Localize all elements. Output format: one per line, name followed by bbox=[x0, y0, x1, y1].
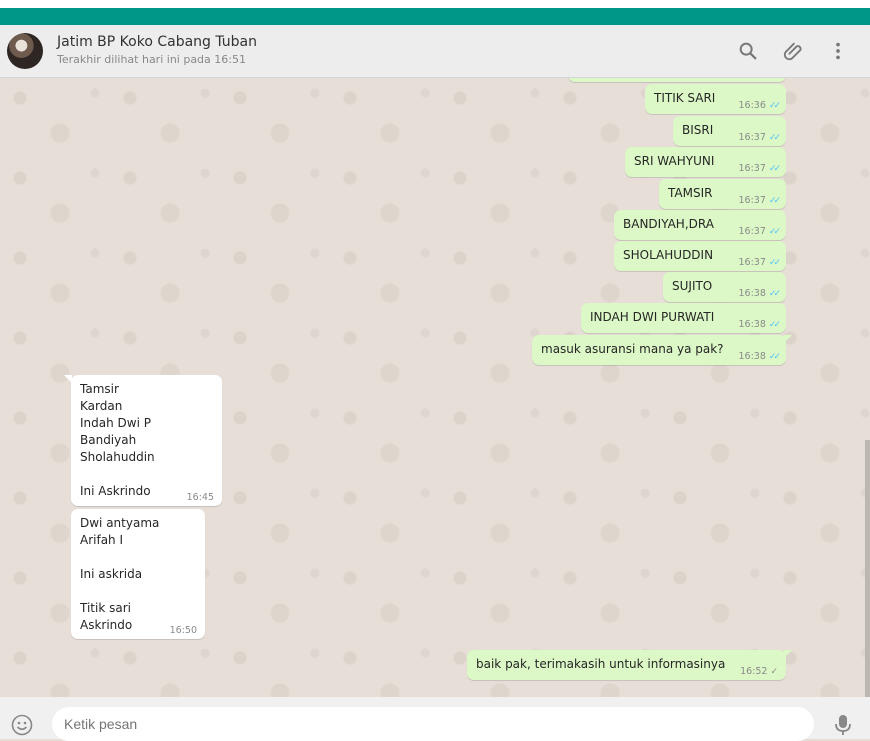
message-text: Tamsir Kardan Indah Dwi P Bandiyah Shola… bbox=[80, 382, 155, 498]
double-check-icon: ✓✓ bbox=[768, 101, 781, 111]
message-input[interactable] bbox=[52, 707, 814, 741]
message-bubble[interactable]: INDAH DWI PURWATI 16:38 ✓✓ bbox=[581, 303, 786, 333]
double-check-icon: ✓✓ bbox=[768, 258, 781, 268]
message-bubble[interactable]: Dwi antyama Arifah I Ini askrida Titik s… bbox=[71, 509, 205, 639]
single-check-icon: ✓ bbox=[770, 667, 778, 677]
search-icon[interactable] bbox=[737, 40, 759, 62]
message-time: 16:37 bbox=[738, 226, 766, 237]
message-bubble[interactable]: SUJITO 16:38 ✓✓ bbox=[663, 272, 786, 302]
message-bubble[interactable]: TAMSIR 16:37 ✓✓ bbox=[659, 179, 786, 209]
double-check-icon: ✓✓ bbox=[768, 352, 781, 362]
message-bubble[interactable]: baik pak, terimakasih untuk informasinya… bbox=[467, 650, 792, 680]
chat-header: Jatim BP Koko Cabang Tuban Terakhir dili… bbox=[0, 25, 870, 78]
scrollbar[interactable] bbox=[865, 440, 870, 697]
bubble-tail bbox=[64, 375, 72, 383]
message-time: 16:38 bbox=[738, 351, 766, 362]
contact-name[interactable]: Jatim BP Koko Cabang Tuban bbox=[57, 34, 257, 50]
message-time: 16:38 bbox=[738, 288, 766, 299]
message-bubble[interactable]: SRI WAHYUNI 16:37 ✓✓ bbox=[625, 147, 786, 177]
message-time: 16:37 bbox=[738, 132, 766, 143]
double-check-icon: ✓✓ bbox=[768, 289, 781, 299]
message-bubble[interactable]: masuk asuransi mana ya pak? 16:38 ✓✓ bbox=[532, 335, 792, 365]
message-bubble-partial bbox=[568, 78, 786, 82]
message-time: 16:37 bbox=[738, 257, 766, 268]
double-check-icon: ✓✓ bbox=[768, 133, 781, 143]
double-check-icon: ✓✓ bbox=[768, 227, 781, 237]
composer-bar bbox=[0, 697, 870, 741]
message-time: 16:50 bbox=[169, 625, 197, 636]
message-time: 16:37 bbox=[738, 195, 766, 206]
message-bubble[interactable]: SHOLAHUDDIN 16:37 ✓✓ bbox=[614, 241, 786, 271]
accent-bar bbox=[0, 8, 870, 25]
microphone-icon[interactable] bbox=[832, 713, 854, 737]
message-bubble[interactable]: TITIK SARI 16:36 ✓✓ bbox=[645, 84, 786, 114]
message-time: 16:36 bbox=[738, 100, 766, 111]
bubble-tail bbox=[784, 335, 792, 343]
double-check-icon: ✓✓ bbox=[768, 196, 781, 206]
last-seen-status: Terakhir dilihat hari ini pada 16:51 bbox=[57, 53, 246, 66]
double-check-icon: ✓✓ bbox=[768, 164, 781, 174]
message-bubble[interactable]: BISRI 16:37 ✓✓ bbox=[673, 116, 786, 146]
bubble-tail bbox=[784, 650, 792, 658]
attach-icon[interactable] bbox=[782, 40, 804, 62]
message-time: 16:38 bbox=[738, 319, 766, 330]
message-time: 16:45 bbox=[186, 492, 214, 503]
window-top-strip bbox=[0, 0, 870, 8]
emoji-icon[interactable] bbox=[10, 713, 34, 737]
message-text: Dwi antyama Arifah I Ini askrida Titik s… bbox=[80, 516, 160, 632]
avatar[interactable] bbox=[7, 33, 43, 69]
double-check-icon: ✓✓ bbox=[768, 320, 781, 330]
message-time: 16:37 bbox=[738, 163, 766, 174]
message-bubble[interactable]: Tamsir Kardan Indah Dwi P Bandiyah Shola… bbox=[64, 375, 222, 506]
menu-icon[interactable] bbox=[827, 40, 849, 62]
chat-area[interactable]: TITIK SARI 16:36 ✓✓ BISRI 16:37 ✓✓ SRI WAH… bbox=[0, 78, 870, 697]
message-bubble[interactable]: BANDIYAH,DRA 16:37 ✓✓ bbox=[614, 210, 786, 240]
message-text: baik pak, terimakasih untuk informasinya bbox=[476, 657, 726, 671]
message-time: 16:52 bbox=[740, 666, 768, 677]
